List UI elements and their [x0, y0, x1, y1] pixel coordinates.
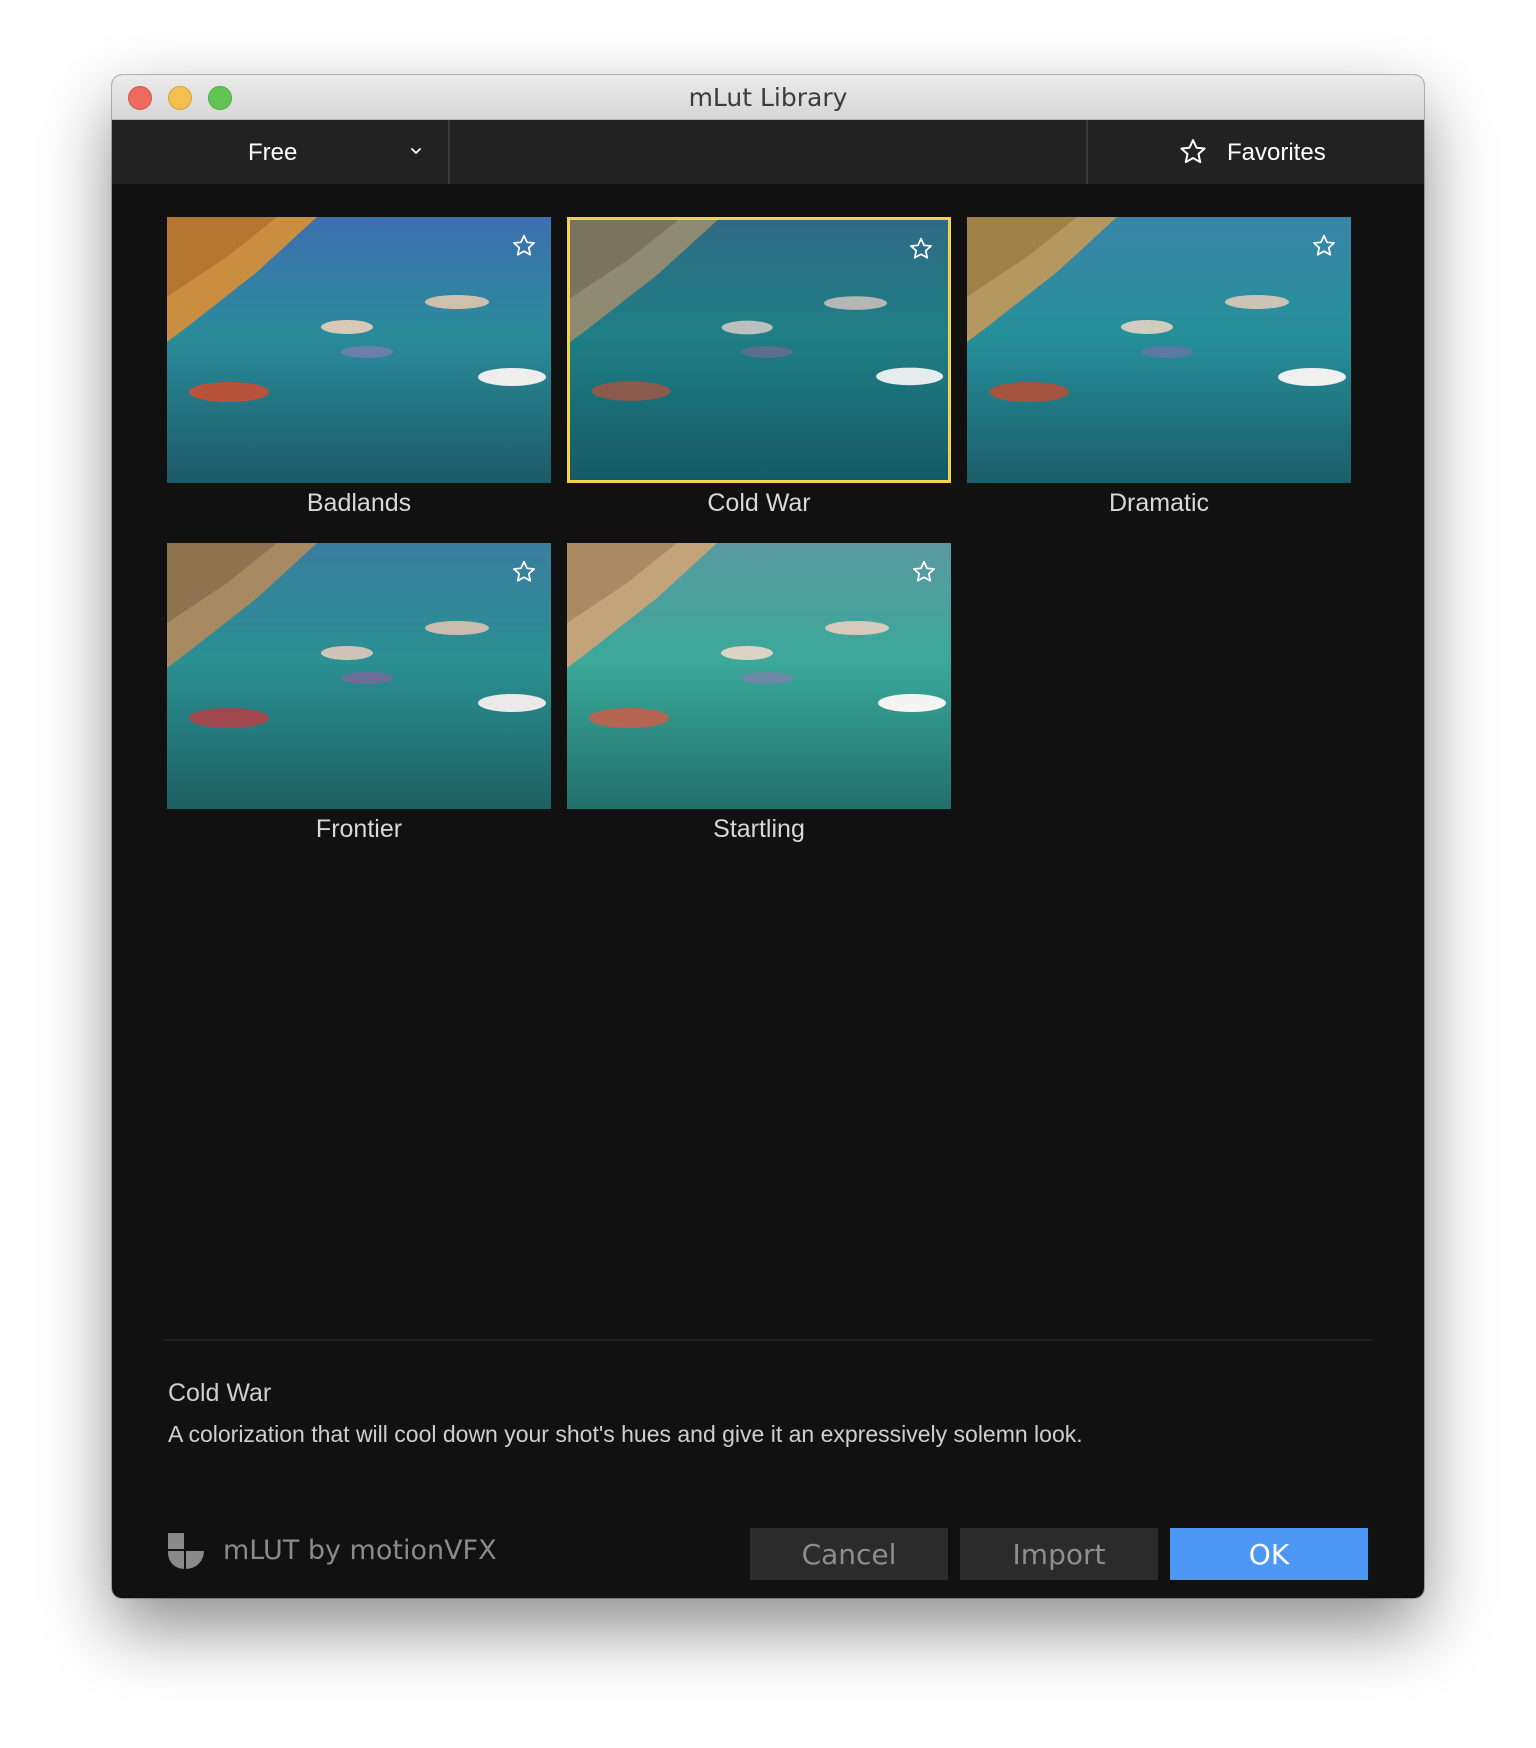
- lut-grid: Badlands Cold War Dramatic Frontier Star…: [112, 184, 1424, 1414]
- mlut-logo-icon: [168, 1533, 204, 1569]
- cancel-button[interactable]: Cancel: [750, 1528, 948, 1580]
- lut-thumbnail: [967, 217, 1351, 483]
- category-dropdown[interactable]: Free: [112, 120, 450, 184]
- lut-thumbnail: [567, 543, 951, 809]
- lut-item-frontier[interactable]: Frontier: [167, 543, 551, 843]
- description-title: Cold War: [168, 1379, 272, 1407]
- lut-name: Badlands: [306, 489, 412, 517]
- lut-name: Startling: [713, 815, 805, 843]
- description-text: A colorization that will cool down your …: [168, 1421, 1083, 1447]
- ok-button[interactable]: OK: [1170, 1528, 1368, 1580]
- lut-name: Dramatic: [1108, 489, 1209, 517]
- preview-image: [167, 543, 551, 809]
- title-bar[interactable]: mLut Library: [112, 75, 1424, 120]
- lut-item-startling[interactable]: Startling: [567, 543, 951, 843]
- star-outline-icon[interactable]: [511, 559, 537, 585]
- category-dropdown-value: Free: [248, 139, 298, 166]
- brand-text: mLUT by motionVFX: [223, 1535, 497, 1566]
- preview-image: [167, 217, 551, 483]
- star-outline-icon[interactable]: [911, 559, 937, 585]
- favorites-label: Favorites: [1227, 139, 1326, 166]
- star-outline-icon[interactable]: [1311, 233, 1337, 259]
- star-outline-icon: [1180, 139, 1206, 164]
- lut-name: Frontier: [315, 815, 403, 843]
- lut-thumbnail: [167, 543, 551, 809]
- lut-item-cold-war[interactable]: Cold War: [567, 217, 951, 517]
- favorites-button[interactable]: Favorites: [1086, 120, 1424, 184]
- lut-name: Cold War: [707, 489, 811, 517]
- star-outline-icon[interactable]: [908, 236, 934, 262]
- mlut-library-window: mLut Library Free Favorites Badlands Col…: [112, 75, 1424, 1598]
- toolbar: Free Favorites: [112, 120, 1424, 184]
- preview-image: [570, 220, 948, 480]
- window-title: mLut Library: [688, 83, 848, 112]
- lut-thumbnail: [567, 217, 951, 483]
- lut-item-badlands[interactable]: Badlands: [167, 217, 551, 517]
- preview-image: [567, 543, 951, 809]
- divider: [164, 1339, 1372, 1341]
- lut-item-dramatic[interactable]: Dramatic: [967, 217, 1351, 517]
- import-button[interactable]: Import: [960, 1528, 1158, 1580]
- chevron-down-icon: [411, 148, 421, 154]
- preview-image: [967, 217, 1351, 483]
- star-outline-icon[interactable]: [511, 233, 537, 259]
- lut-thumbnail: [167, 217, 551, 483]
